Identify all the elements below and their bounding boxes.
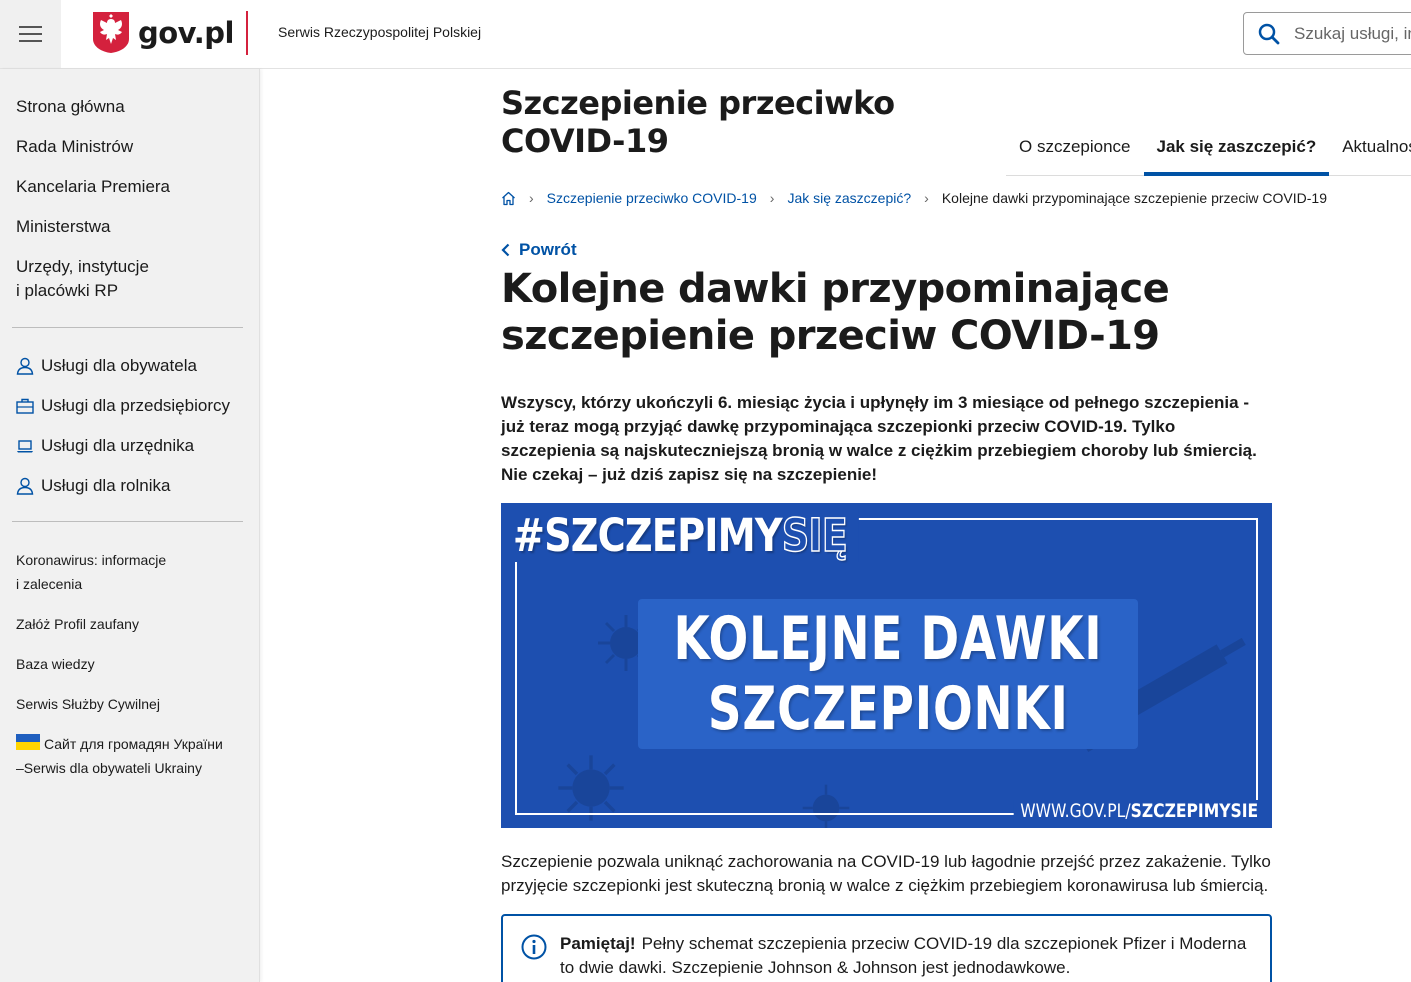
banner-headline-box: KOLEJNE DAWKI SZCZEPIONKI bbox=[638, 599, 1138, 749]
sidebar-item-citizen-services[interactable]: Usługi dla obywatela bbox=[16, 354, 230, 378]
service-name: Serwis Rzeczypospolitej Polskiej bbox=[278, 24, 482, 40]
search-icon bbox=[1258, 23, 1280, 44]
tab-about-vaccine[interactable]: O szczepionce bbox=[1006, 132, 1144, 176]
section-title-line2: COVID-19 bbox=[501, 122, 669, 160]
header-divider bbox=[246, 11, 248, 55]
sidebar-item-home[interactable]: Strona główna bbox=[16, 95, 170, 119]
banner-url-bold: SZCZEPIMYSIE bbox=[1130, 800, 1258, 822]
hamburger-icon bbox=[19, 26, 42, 42]
breadcrumb-link[interactable]: Szczepienie przeciwko COVID-19 bbox=[547, 190, 757, 206]
sidebar-divider bbox=[12, 327, 243, 328]
back-link-label: Powrót bbox=[519, 240, 577, 259]
tab-news[interactable]: Aktualności bbox=[1329, 132, 1411, 176]
sidebar-service-label: Usługi dla rolnika bbox=[41, 476, 171, 495]
sidebar: Strona główna Rada Ministrów Kancelaria … bbox=[0, 69, 260, 982]
ukraine-flag-icon bbox=[16, 734, 40, 750]
sidebar-item-ministries[interactable]: Ministerstwa bbox=[16, 215, 170, 239]
sidebar-link-knowledge-base[interactable]: Baza wiedzy bbox=[16, 652, 223, 676]
campaign-banner-image: #SZCZEPIMYSIĘ KOLEJNE DAWKI SZCZEPIONKI … bbox=[501, 503, 1272, 828]
sidebar-item-official-services[interactable]: Usługi dla urzędnika bbox=[16, 434, 230, 458]
sidebar-item-offices-line1: Urzędy, instytucje bbox=[16, 257, 149, 276]
info-label: Pamiętaj! bbox=[560, 934, 636, 953]
sidebar-item-chancellery[interactable]: Kancelaria Premiera bbox=[16, 175, 170, 199]
chevron-left-icon bbox=[501, 243, 510, 257]
sidebar-link-ukraine-line2: –Serwis dla obywateli Ukrainy bbox=[16, 760, 202, 776]
sidebar-link-coronavirus-line1: Koronawirus: informacje bbox=[16, 552, 167, 568]
laptop-icon bbox=[16, 437, 34, 455]
logo-text: gov.pl bbox=[138, 15, 234, 50]
banner-hashtag-outline: SIĘ bbox=[781, 508, 848, 563]
breadcrumb: › Szczepienie przeciwko COVID-19 › Jak s… bbox=[501, 190, 1327, 206]
sidebar-link-trusted-profile[interactable]: Załóż Profil zaufany bbox=[16, 612, 223, 636]
back-link[interactable]: Powrót bbox=[501, 240, 577, 260]
chevron-right-icon: › bbox=[769, 190, 775, 206]
sidebar-service-label: Usługi dla obywatela bbox=[41, 356, 197, 375]
sidebar-item-offices[interactable]: Urzędy, instytucje i placówki RP bbox=[16, 255, 170, 303]
section-title-line1: Szczepienie przeciwko bbox=[501, 84, 895, 122]
page-title-line2: szczepienie przeciw COVID-19 bbox=[501, 313, 1160, 359]
info-box: Pamiętaj! Pełny schemat szczepienia przec… bbox=[501, 914, 1272, 982]
info-icon bbox=[521, 934, 547, 960]
banner-line2: SZCZEPIONKI bbox=[707, 674, 1069, 744]
sidebar-links: Koronawirus: informacje i zalecenia Załó… bbox=[16, 548, 223, 796]
chevron-right-icon: › bbox=[529, 190, 534, 206]
sidebar-item-farmer-services[interactable]: Usługi dla rolnika bbox=[16, 474, 230, 498]
sidebar-link-coronavirus-line2: i zalecenia bbox=[16, 576, 83, 592]
chevron-right-icon: › bbox=[924, 190, 929, 206]
person-icon bbox=[16, 357, 34, 375]
search-box[interactable] bbox=[1243, 12, 1411, 55]
tab-how-to-vaccinate[interactable]: Jak się zaszczepić? bbox=[1143, 132, 1330, 176]
sidebar-link-coronavirus[interactable]: Koronawirus: informacje i zalecenia bbox=[16, 548, 223, 596]
hamburger-menu-button[interactable] bbox=[0, 0, 61, 68]
sidebar-divider bbox=[12, 521, 243, 522]
breadcrumb-current: Kolejne dawki przypominające szczepienie… bbox=[941, 190, 1327, 206]
home-icon[interactable] bbox=[501, 191, 516, 206]
section-tabs: O szczepionce Jak się zaszczepić? Aktual… bbox=[1006, 132, 1411, 176]
sidebar-item-business-services[interactable]: Usługi dla przedsiębiorcy bbox=[16, 394, 230, 418]
page-title-line1: Kolejne dawki przypominające bbox=[501, 266, 1170, 312]
top-header: gov.pl Serwis Rzeczypospolitej Polskiej bbox=[0, 0, 1411, 69]
banner-line1: KOLEJNE DAWKI bbox=[673, 604, 1103, 674]
sidebar-link-ukraine-line1: Сайт для громадян України bbox=[44, 736, 223, 752]
sidebar-link-civil-service[interactable]: Serwis Służby Cywilnej bbox=[16, 692, 223, 716]
article-lead: Wszyscy, którzy ukończyli 6. miesiąc życ… bbox=[501, 393, 1257, 484]
sidebar-main-nav: Strona główna Rada Ministrów Kancelaria … bbox=[16, 95, 170, 319]
banner-url: WWW.GOV.PL/SZCZEPIMYSIE bbox=[1013, 800, 1258, 822]
search-input[interactable] bbox=[1294, 23, 1411, 44]
article-body: Szczepienie pozwala uniknąć zachorowania… bbox=[501, 852, 1271, 895]
info-body: Pełny schemat szczepienia przeciw COVID-… bbox=[560, 934, 1247, 977]
banner-hashtag: #SZCZEPIMYSIĘ bbox=[501, 508, 859, 563]
breadcrumb-link[interactable]: Jak się zaszczepić? bbox=[787, 190, 911, 206]
sidebar-item-offices-line2: i placówki RP bbox=[16, 281, 119, 300]
page-title: Kolejne dawki przypominające szczepienie… bbox=[501, 266, 1281, 360]
sidebar-service-label: Usługi dla urzędnika bbox=[41, 436, 195, 455]
sidebar-service-label: Usługi dla przedsiębiorcy bbox=[41, 396, 230, 415]
gov-pl-logo[interactable]: gov.pl bbox=[92, 11, 234, 54]
banner-hashtag-main: #SZCZEPIMY bbox=[512, 509, 783, 562]
eagle-emblem-icon bbox=[93, 12, 129, 53]
sidebar-item-council-of-ministers[interactable]: Rada Ministrów bbox=[16, 135, 170, 159]
briefcase-icon bbox=[16, 397, 34, 415]
section-title: Szczepienie przeciwko COVID-19 bbox=[501, 84, 895, 160]
person-icon bbox=[16, 477, 34, 495]
info-text: Pamiętaj! Pełny schemat szczepienia przec… bbox=[560, 932, 1260, 980]
sidebar-link-ukraine[interactable]: Сайт для громадян України –Serwis dla ob… bbox=[16, 732, 223, 780]
sidebar-services: Usługi dla obywatela Usługi dla przedsię… bbox=[16, 354, 230, 514]
banner-url-prefix: WWW.GOV.PL/ bbox=[1020, 800, 1131, 822]
